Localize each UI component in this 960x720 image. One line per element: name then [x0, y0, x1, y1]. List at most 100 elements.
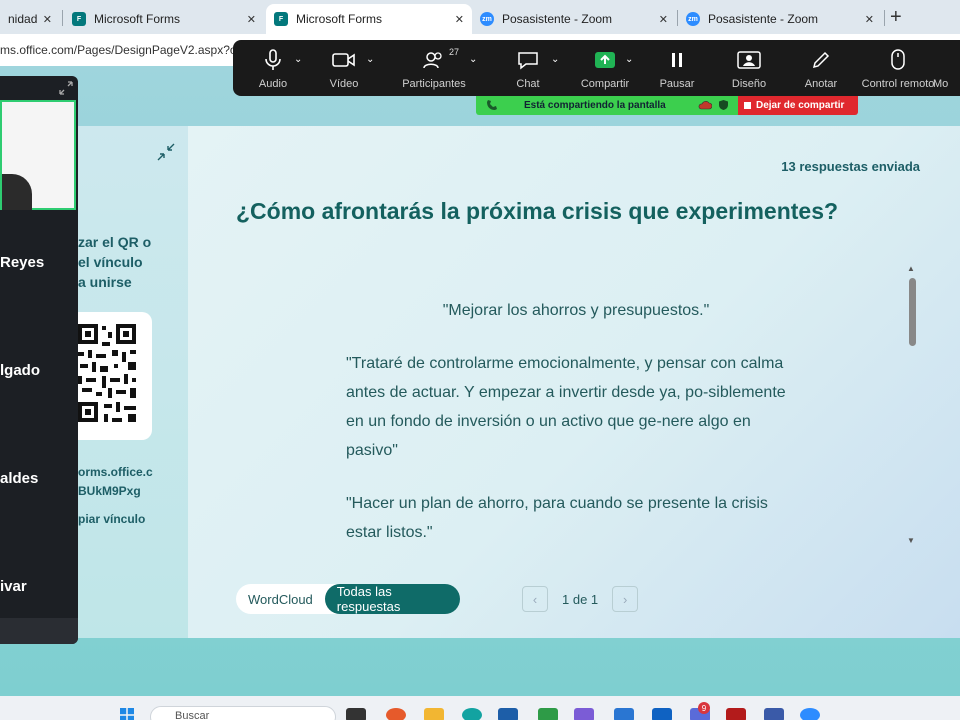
notification-badge: 9	[698, 702, 710, 714]
url-text: ms.office.com/Pages/DesignPageV2.aspx?or	[0, 43, 241, 57]
chevron-up-icon[interactable]: ⌄	[551, 54, 559, 65]
toolbar-label: Anotar	[804, 78, 838, 90]
outlook-icon[interactable]	[652, 708, 672, 720]
tab-close-icon[interactable]: ✕	[455, 13, 464, 26]
self-view-video[interactable]	[0, 100, 76, 210]
toolbar-label: Chat	[516, 78, 540, 90]
new-tab-button[interactable]: +	[890, 6, 902, 29]
sharing-banner[interactable]: Está compartiendo la pantalla	[476, 96, 738, 115]
chevron-up-icon[interactable]: ⌄	[366, 54, 374, 65]
tab-title: nidades-	[8, 12, 37, 26]
scroll-up-icon[interactable]: ▲	[907, 264, 915, 273]
app-icon[interactable]	[574, 708, 594, 720]
forms-present-stage: zar el QR o el vínculo a unirse orms.off…	[0, 66, 960, 696]
app-icon[interactable]	[764, 708, 784, 720]
taskbar-search-input[interactable]: Buscar	[150, 706, 336, 720]
app-icon[interactable]	[726, 708, 746, 720]
answer-item: "Hacer un plan de ahorro, para cuando se…	[346, 495, 768, 541]
browser-tab-strip: nidades- ✕ F Microsoft Forms ✕ F Microso…	[0, 0, 960, 34]
browser-tab-3-active[interactable]: F Microsoft Forms ✕	[266, 4, 472, 34]
tab-title: Microsoft Forms	[94, 12, 181, 26]
annotate-button[interactable]: Anotar	[786, 48, 856, 90]
app-icon[interactable]	[614, 708, 634, 720]
tab-close-icon[interactable]: ✕	[247, 13, 256, 26]
collapse-arrows-icon[interactable]	[156, 142, 176, 167]
edge-icon[interactable]	[462, 708, 482, 720]
tab-title: Microsoft Forms	[296, 12, 383, 26]
task-view-icon[interactable]	[346, 708, 366, 720]
form-link[interactable]: orms.office.c BUkM9Pxg	[78, 463, 153, 501]
zoom-icon: zm	[686, 12, 700, 26]
zoom-taskbar-icon[interactable]	[800, 708, 820, 720]
file-explorer-icon[interactable]	[424, 708, 444, 720]
copy-link-button[interactable]: piar vínculo	[78, 512, 145, 526]
answers-list: "Mejorar los ahorros y presupuestos." "T…	[346, 296, 806, 571]
shield-icon	[718, 99, 729, 114]
pause-icon	[669, 48, 685, 72]
participants-icon	[423, 48, 445, 72]
scrollbar-thumb[interactable]	[909, 278, 916, 346]
app-icon[interactable]	[386, 708, 406, 720]
pause-share-button[interactable]: Pausar	[642, 48, 712, 90]
stop-sharing-label: Dejar de compartir	[756, 100, 845, 111]
layout-button[interactable]: Diseño	[714, 48, 784, 90]
form-link-line: BUkM9Pxg	[78, 484, 141, 498]
stop-sharing-button[interactable]: Dejar de compartir	[738, 96, 858, 115]
all-responses-option[interactable]: Todas las respuestas	[324, 584, 460, 614]
remote-control-button[interactable]: Control remoto	[862, 48, 934, 90]
phone-icon	[486, 99, 498, 114]
layout-icon	[737, 48, 761, 72]
qr-line: el vínculo	[78, 254, 143, 270]
scroll-down-icon[interactable]: ▼	[907, 536, 915, 545]
wordcloud-option[interactable]: WordCloud	[236, 584, 325, 614]
browser-tab-4[interactable]: zm Posasistente - Zoom ✕	[472, 4, 676, 34]
participant-name: aldes	[0, 470, 39, 487]
expand-icon[interactable]	[58, 80, 74, 101]
view-toggle: WordCloud Todas las respuestas	[236, 584, 460, 614]
chevron-up-icon[interactable]: ⌄	[294, 54, 302, 65]
participant-name: lgado	[0, 362, 40, 379]
chevron-up-icon[interactable]: ⌄	[469, 54, 477, 65]
toolbar-label: Diseño	[731, 78, 767, 90]
toolbar-label: Vídeo	[329, 78, 359, 90]
answer-item: "Mejorar los ahorros y presupuestos."	[442, 302, 710, 319]
video-panel-footer	[0, 618, 78, 644]
share-screen-icon	[594, 48, 616, 72]
cloud-icon	[698, 99, 713, 114]
chevron-up-icon[interactable]: ⌄	[625, 54, 633, 65]
qr-instructions: zar el QR o el vínculo a unirse	[78, 232, 151, 292]
pager: ‹ 1 de 1 ›	[522, 586, 639, 612]
tab-close-icon[interactable]: ✕	[865, 13, 874, 26]
ms-forms-icon: F	[72, 12, 86, 26]
browser-tab-5[interactable]: zm Posasistente - Zoom ✕	[678, 4, 882, 34]
tab-title: Posasistente - Zoom	[708, 12, 819, 26]
windows-taskbar: Buscar 9	[0, 696, 960, 720]
browser-tab-1[interactable]: nidades- ✕	[0, 4, 60, 34]
answer-item: "Trataré de controlarme emocionalmente, …	[346, 355, 786, 459]
windows-start-icon[interactable]	[118, 708, 136, 720]
store-icon[interactable]	[498, 708, 518, 720]
tab-title: Posasistente - Zoom	[502, 12, 613, 26]
tab-close-icon[interactable]: ✕	[43, 13, 52, 26]
pencil-icon	[811, 48, 831, 72]
stop-square-icon	[744, 102, 751, 109]
chat-icon	[517, 48, 539, 72]
tab-close-icon[interactable]: ✕	[659, 13, 668, 26]
toolbar-label: Mo	[933, 78, 949, 90]
form-link-line: orms.office.c	[78, 465, 153, 479]
previous-page-button[interactable]: ‹	[522, 586, 548, 612]
sharing-status: Está compartiendo la pantalla	[524, 100, 666, 111]
mouse-icon	[890, 48, 906, 72]
responses-card: 13 respuestas enviada ¿Cómo afrontarás l…	[188, 126, 960, 638]
qr-line: zar el QR o	[78, 234, 152, 250]
video-camera-icon	[332, 48, 356, 72]
excel-icon[interactable]	[538, 708, 558, 720]
zoom-icon: zm	[480, 12, 494, 26]
zoom-meeting-toolbar: Audio ⌄ Vídeo ⌄ Participantes 27 ⌄ Chat …	[233, 40, 960, 96]
ms-forms-icon: F	[274, 12, 288, 26]
toolbar-label: Participantes	[402, 78, 466, 90]
toolbar-label: Compartir	[580, 78, 630, 90]
browser-tab-2[interactable]: F Microsoft Forms ✕	[64, 4, 264, 34]
more-button[interactable]: Mo	[933, 48, 960, 90]
next-page-button[interactable]: ›	[612, 586, 639, 612]
